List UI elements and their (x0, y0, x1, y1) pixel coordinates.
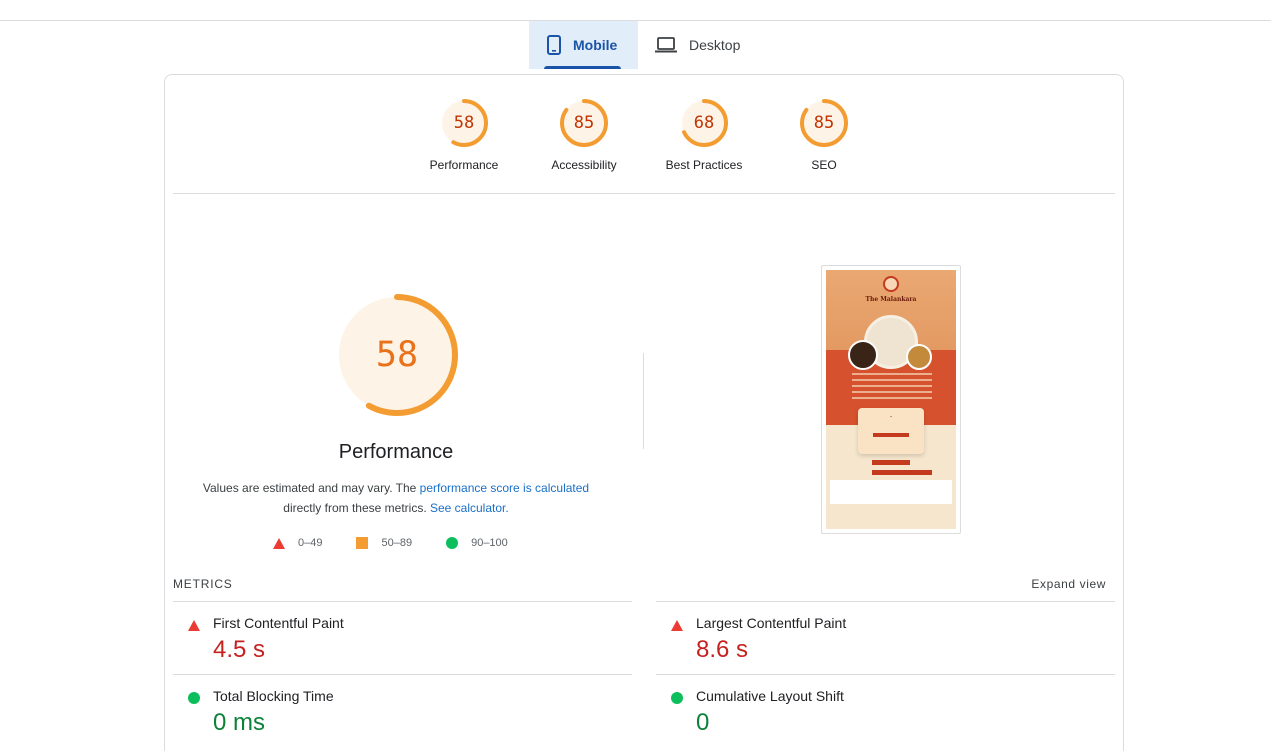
phone-icon (547, 35, 561, 55)
gauges-divider (173, 193, 1115, 194)
desc-text: Values are estimated and may vary. The (202, 481, 420, 495)
metric-cls: Cumulative Layout Shift 0 (656, 674, 1115, 747)
gauge-performance[interactable]: 58 Performance (404, 97, 524, 172)
report-card: 58 Performance 85 Accessibility 68 Best … (164, 74, 1124, 751)
gauge-best-practices[interactable]: 68 Best Practices (644, 97, 764, 172)
red-triangle-icon (273, 537, 285, 549)
legend-average-range: 50–89 (381, 537, 413, 549)
red-triangle-icon (188, 618, 200, 636)
legend-pass: 90–100 (446, 537, 508, 549)
legend-pass-range: 90–100 (471, 537, 508, 549)
metric-fcp: First Contentful Paint 4.5 s (173, 601, 632, 674)
metric-name: Total Blocking Time (213, 688, 334, 704)
see-calculator-link[interactable]: See calculator. (430, 501, 509, 515)
gauge-score: 85 (813, 113, 835, 133)
page-screenshot-thumbnail[interactable]: The Malankara • (821, 265, 961, 534)
legend-average: 50–89 (356, 537, 412, 549)
screenshot-image: The Malankara • (826, 270, 956, 529)
gauge-score: 68 (693, 113, 715, 133)
metric-value: 0 (696, 709, 710, 736)
performance-description: Values are estimated and may vary. The p… (193, 478, 599, 518)
metric-value: 0 ms (213, 709, 266, 736)
gauge-label: Best Practices (665, 158, 743, 172)
avatar (848, 340, 878, 370)
legend-fail: 0–49 (273, 537, 322, 549)
performance-big-gauge: 58 (335, 293, 459, 417)
metric-value: 8.6 s (696, 636, 749, 663)
performance-score: 58 (375, 335, 419, 375)
expand-view-button[interactable]: Expand view (1031, 577, 1106, 591)
site-logo (883, 276, 899, 292)
green-circle-icon (446, 537, 459, 549)
score-legend: 0–49 50–89 90–100 (273, 537, 542, 549)
site-title: The Malankara (865, 296, 917, 303)
green-circle-icon (188, 691, 200, 709)
metric-lcp: Largest Contentful Paint 8.6 s (656, 601, 1115, 674)
gauge-label: Accessibility (551, 158, 617, 172)
score-calculated-link[interactable]: performance score is calculated (420, 481, 589, 495)
legend-fail-range: 0–49 (298, 537, 323, 549)
gauge-label: SEO (811, 158, 837, 172)
metric-name: Largest Contentful Paint (696, 615, 847, 631)
tab-desktop[interactable]: Desktop (638, 21, 757, 69)
gauge-score: 85 (573, 113, 595, 133)
vertical-divider (643, 353, 644, 449)
device-tabs: Mobile Desktop (529, 21, 757, 69)
gauge-score: 58 (453, 113, 475, 133)
metrics-header: METRICS (173, 577, 233, 591)
category-gauges: 58 Performance 85 Accessibility 68 Best … (165, 75, 1123, 193)
gauge-label: Performance (429, 158, 499, 172)
orange-square-icon (356, 537, 369, 549)
metric-name: First Contentful Paint (213, 615, 344, 631)
gauge-seo[interactable]: 85 SEO (764, 97, 884, 172)
metric-name: Cumulative Layout Shift (696, 688, 844, 704)
avatar (906, 344, 932, 370)
performance-title: Performance (338, 441, 454, 463)
tab-desktop-label: Desktop (689, 37, 741, 53)
metric-value: 4.5 s (213, 636, 266, 663)
laptop-icon (655, 37, 677, 53)
metric-tbt: Total Blocking Time 0 ms (173, 674, 632, 747)
gauge-accessibility[interactable]: 85 Accessibility (524, 97, 644, 172)
green-circle-icon (671, 691, 683, 709)
desc-text-2: directly from these metrics. (283, 501, 430, 515)
tab-mobile[interactable]: Mobile (529, 21, 638, 69)
tab-mobile-label: Mobile (573, 37, 618, 53)
red-triangle-icon (671, 618, 683, 636)
